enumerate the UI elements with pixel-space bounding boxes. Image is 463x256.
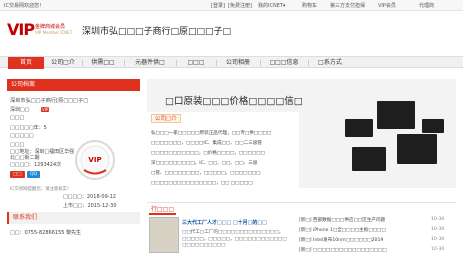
nav-about[interactable]: 公司□介 (46, 57, 80, 69)
logo-vip-text: VIP (7, 20, 35, 39)
about-line-5: □□□□□□□□□□□□□□□，□□ □□□□□ (151, 181, 253, 186)
news-date: 10-30 (431, 237, 445, 242)
chip-icon (345, 119, 373, 137)
about-tab[interactable]: 公司□介 (151, 114, 181, 123)
vip-badge: VIP (41, 107, 50, 112)
about-line-1: □□□□□□□，□□□□IC、集成□□、□□二三极管 (151, 141, 263, 146)
news-para-2: □□□□□□□□□□ (182, 243, 226, 248)
about-line-4: □管、□□□□□□□□，□□□□□，□□□□□□□ (151, 171, 261, 176)
proxy-link[interactable]: 代理商 (419, 2, 434, 9)
news-headline[interactable]: 三大代工厂人才□□□ □十月□的□□ (182, 219, 267, 226)
news-item[interactable]: [新□] □□□□□□□□□□□□□□□□□ (299, 247, 387, 253)
sidebar-address: □□地址：深圳□福田区华强北□□街二期 (10, 149, 75, 161)
company-title: 深圳市弘□□□子商行□原□□□子□ (82, 27, 232, 37)
site-logo[interactable]: VIP 金牌商城会员 VIP Member ICNET (7, 20, 74, 42)
sidebar-hits: □□□□：1293424次 (10, 162, 62, 168)
sidebar-line-3: □□□□□ (10, 133, 34, 139)
news-item[interactable]: [新□] 西部数据□□□供应□□区生产问题 (299, 217, 385, 223)
sidebar-mall-note: IC交易网提醒您，请注意核实！ (10, 187, 72, 192)
chip-icon (352, 147, 386, 171)
nav-supply[interactable]: 供需□□ (84, 57, 122, 69)
about-line-0: 弘□□□一家□□□□□原装正品代理，□□专□供□□□□ (151, 131, 272, 136)
news-item[interactable]: [新□] Intel发布10nm□□□□□□2019 (299, 237, 383, 243)
login-link[interactable]: [登录] (211, 2, 225, 9)
main-nav: 首页 公司□介 供需□□ 元器件供□ □□□ 公司相册 □□□信息 □系方式 (0, 56, 463, 69)
top-bar: IC交易网欢迎您！ [登录] [免费注册] 我的ICNET▾ 购物车 第三方支付… (0, 0, 463, 11)
nav-item-4[interactable]: □□□ (178, 57, 214, 69)
qq-button[interactable]: QQ (27, 171, 41, 178)
chip-icon (397, 134, 437, 164)
nav-components[interactable]: 元器件供□ (126, 57, 174, 69)
logo-subtitle-en: VIP Member ICNET (35, 30, 73, 35)
cart-link[interactable]: 购物车 (302, 2, 317, 9)
sidebar-reg-date: □□□□：2018-09-12 (63, 194, 116, 200)
nav-contact[interactable]: □系方式 (310, 57, 350, 69)
message-button[interactable]: □□ (10, 171, 25, 178)
nav-home[interactable]: 首页 (8, 57, 44, 69)
news-para-1: □□□□□，□□□□□，□□□□□□□□□□□□ (182, 237, 287, 242)
news-date: 10-30 (431, 227, 445, 232)
contact-header: 联系我们 (7, 212, 140, 224)
news-date: 10-30 (431, 217, 445, 222)
sidebar-company-name[interactable]: 深圳市弘□□子商行[原□□□子□ (10, 97, 88, 104)
news-date: 10-30 (431, 247, 445, 252)
chip-icon (377, 101, 415, 129)
company-profile-sidebar: 公司档案 深圳市弘□□子商行[原□□□子□ 深圳□□ VIP □□□ □□□□□… (7, 79, 140, 256)
my-account-menu[interactable]: 我的ICNET▾ (258, 2, 285, 9)
about-line-3: 深□□□□□□□□□，IC、□□、□□、□□、三极 (151, 161, 258, 166)
industry-news: 行□□□ 三大代工厂人才□□□ □十月□的□□ □□代工□工厂的□□□□□□□□… (147, 202, 456, 256)
third-party-pay-link[interactable]: 第三方支付担保 (330, 2, 365, 9)
logo-subtitle: 金牌商城会员 (35, 24, 66, 30)
banner-slogan: □口原装□□□价格□□□□信□ (165, 96, 303, 107)
svg-text:VIP: VIP (88, 156, 101, 164)
nav-info[interactable]: □□□信息 (262, 57, 306, 69)
chip-icon (422, 119, 444, 133)
nav-album[interactable]: 公司相册 (218, 57, 258, 69)
sidebar-header: 公司档案 (7, 79, 140, 91)
sidebar-line-2: □□□□□年：5 (10, 125, 47, 131)
news-item[interactable]: [新□] iPhone 1□全□□□□主板□□□□ (299, 227, 386, 233)
news-tab[interactable]: 行□□□ (149, 205, 177, 215)
about-line-2: □□□□□□□□□□□，□价格□□□□，□□□□□□ (151, 151, 265, 156)
site-welcome: IC交易网欢迎您！ (4, 3, 44, 9)
vip-seal-icon: VIP (75, 140, 115, 180)
sidebar-line-0: 深圳□□ (10, 107, 30, 113)
news-thumbnail[interactable] (149, 217, 179, 253)
sidebar-listing-date: 上市□□：2015-12-30 (63, 203, 117, 209)
about-section: 公司□介 弘□□□一家□□□□□原装正品代理，□□专□供□□□□ □□□□□□□… (147, 112, 299, 192)
sidebar-line-4: □□□ (10, 142, 25, 148)
sidebar-line-1: □□□ (10, 115, 25, 121)
contact-phone: □□：0755-82866155 黎先生 (10, 230, 82, 236)
vip-link[interactable]: VIP会员 (378, 2, 396, 9)
news-para-0: □□代工□工厂的□□□□□□□□□□□□□□， (182, 230, 284, 235)
register-link[interactable]: [免费注册] (228, 2, 252, 9)
